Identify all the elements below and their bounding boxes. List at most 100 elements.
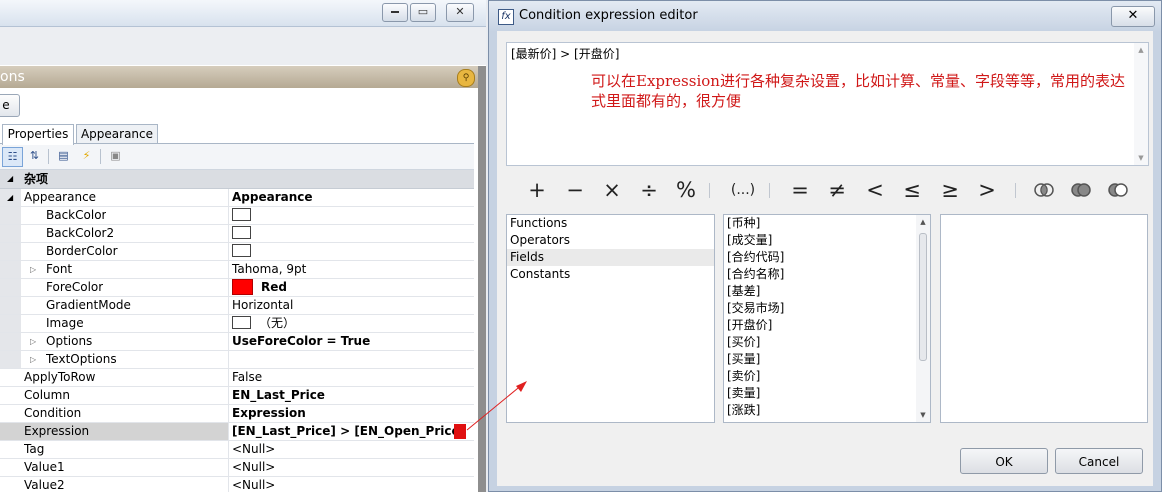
- collapse-icon[interactable]: ◢: [7, 170, 13, 188]
- field-list[interactable]: [币种] [成交量] [合约代码] [合约名称] [基差] [交易市场] [开盘…: [723, 214, 931, 423]
- property-value[interactable]: [EN_Last_Price] > [EN_Open_Price]: [228, 423, 478, 440]
- scroll-up-icon[interactable]: ▲: [1134, 43, 1148, 57]
- property-row-bordercolor[interactable]: BorderColor: [0, 243, 474, 261]
- list-item[interactable]: [合约名称]: [727, 266, 784, 283]
- list-item[interactable]: [合约代码]: [727, 249, 784, 266]
- property-row-gradientmode[interactable]: GradientMode Horizontal: [0, 297, 474, 315]
- property-value[interactable]: <Null>: [228, 477, 478, 492]
- and-icon[interactable]: [1034, 182, 1054, 198]
- list-item[interactable]: [买价]: [727, 334, 760, 351]
- sort-alphabetical-icon[interactable]: ⇅: [25, 147, 44, 165]
- maximize-button[interactable]: ▭: [410, 3, 436, 22]
- property-value[interactable]: Appearance: [228, 189, 478, 206]
- categorized-icon[interactable]: ☷: [2, 147, 23, 167]
- property-value[interactable]: Tahoma, 9pt: [228, 261, 478, 278]
- property-row-backcolor[interactable]: BackColor: [0, 207, 474, 225]
- property-row-applytorow[interactable]: ApplyToRow False: [0, 369, 474, 387]
- op-less-equal-button[interactable]: ≤: [897, 177, 927, 203]
- list-item[interactable]: [开盘价]: [727, 317, 772, 334]
- list-item[interactable]: [买量]: [727, 351, 760, 368]
- property-value[interactable]: <Null>: [228, 441, 478, 458]
- category-row[interactable]: ◢ 杂项: [0, 170, 474, 189]
- events-icon[interactable]: ⚡: [77, 147, 96, 165]
- cancel-button[interactable]: Cancel: [1055, 448, 1143, 474]
- property-value[interactable]: （无）: [228, 315, 478, 332]
- expand-icon[interactable]: ▷: [30, 333, 36, 350]
- op-plus-button[interactable]: +: [522, 177, 552, 203]
- property-row-textoptions[interactable]: ▷ TextOptions: [0, 351, 474, 369]
- op-equal-button[interactable]: =: [785, 177, 815, 203]
- not-icon[interactable]: [1108, 182, 1128, 198]
- property-row-expression[interactable]: Expression [EN_Last_Price] > [EN_Open_Pr…: [0, 423, 478, 441]
- property-row-condition[interactable]: Condition Expression: [0, 405, 474, 423]
- op-minus-button[interactable]: −: [560, 177, 590, 203]
- op-modulo-button[interactable]: %: [671, 177, 701, 203]
- tab-appearance[interactable]: Appearance: [76, 124, 158, 144]
- list-item[interactable]: [交易市场]: [727, 300, 784, 317]
- property-row-column[interactable]: Column EN_Last_Price: [0, 387, 474, 405]
- list-item[interactable]: Constants: [510, 266, 570, 283]
- op-multiply-button[interactable]: ×: [597, 177, 627, 203]
- list-item-selected[interactable]: Fields: [507, 249, 714, 266]
- property-value[interactable]: [228, 243, 478, 260]
- list-item[interactable]: [涨跌]: [727, 402, 760, 419]
- scroll-up-icon[interactable]: ▲: [916, 215, 930, 229]
- list-item[interactable]: [基差]: [727, 283, 760, 300]
- op-divide-button[interactable]: ÷: [634, 177, 664, 203]
- property-row-backcolor2[interactable]: BackColor2: [0, 225, 474, 243]
- property-value[interactable]: Horizontal: [228, 297, 478, 314]
- expand-icon[interactable]: ▷: [30, 261, 36, 278]
- property-value[interactable]: Expression: [228, 405, 478, 422]
- field-list-scrollbar[interactable]: ▲ ▼: [916, 215, 930, 422]
- property-row-forecolor[interactable]: ForeColor Red: [0, 279, 474, 297]
- list-item[interactable]: Operators: [510, 232, 570, 249]
- property-row-value1[interactable]: Value1 <Null>: [0, 459, 474, 477]
- row-gutter: [0, 225, 21, 242]
- or-icon[interactable]: [1071, 182, 1091, 198]
- list-item[interactable]: [币种]: [727, 215, 760, 232]
- tab-properties[interactable]: Properties: [2, 124, 74, 145]
- op-not-equal-button[interactable]: ≠: [822, 177, 852, 203]
- expand-icon[interactable]: ▷: [30, 351, 36, 368]
- op-greater-button[interactable]: >: [972, 177, 1002, 203]
- property-value[interactable]: False: [228, 369, 478, 386]
- property-value[interactable]: <Null>: [228, 459, 478, 476]
- operator-separator: [1015, 183, 1016, 198]
- property-row-options[interactable]: ▷ Options UseForeColor = True: [0, 333, 474, 351]
- minimize-button[interactable]: [382, 3, 408, 22]
- properties-icon[interactable]: ▤: [54, 147, 73, 165]
- scroll-thumb[interactable]: [919, 233, 927, 361]
- splitter[interactable]: [478, 66, 486, 492]
- expression-scrollbar[interactable]: ▲ ▼: [1134, 43, 1148, 165]
- property-value[interactable]: Red: [228, 279, 478, 296]
- property-value[interactable]: EN_Last_Price: [228, 387, 478, 404]
- list-item[interactable]: Functions: [510, 215, 567, 232]
- pin-icon[interactable]: ⚲: [457, 69, 475, 87]
- property-value[interactable]: [228, 207, 478, 224]
- scroll-down-icon[interactable]: ▼: [916, 408, 930, 422]
- list-item[interactable]: [成交量]: [727, 232, 772, 249]
- property-pages-icon[interactable]: ▣: [106, 147, 125, 165]
- property-row-font[interactable]: ▷ Font Tahoma, 9pt: [0, 261, 474, 279]
- op-less-button[interactable]: <: [860, 177, 890, 203]
- collapse-icon[interactable]: ◢: [7, 189, 13, 206]
- close-button[interactable]: ✕: [446, 3, 474, 22]
- expression-text[interactable]: [最新价] > [开盘价]: [511, 45, 619, 62]
- list-item[interactable]: [卖量]: [727, 385, 760, 402]
- property-value[interactable]: [228, 225, 478, 242]
- property-row-image[interactable]: Image （无）: [0, 315, 474, 333]
- close-button[interactable]: ✕: [1111, 6, 1155, 27]
- op-parentheses-button[interactable]: (...): [726, 177, 760, 203]
- scroll-down-icon[interactable]: ▼: [1134, 151, 1148, 165]
- expression-editor[interactable]: [最新价] > [开盘价] 可以在Expression进行各种复杂设置，比如计算…: [506, 42, 1149, 166]
- property-row-value2[interactable]: Value2 <Null>: [0, 477, 474, 492]
- property-row-appearance[interactable]: ◢ Appearance Appearance: [0, 189, 474, 207]
- list-item[interactable]: [卖价]: [727, 368, 760, 385]
- ok-button[interactable]: OK: [960, 448, 1048, 474]
- op-greater-equal-button[interactable]: ≥: [935, 177, 965, 203]
- panel-button[interactable]: e: [0, 94, 20, 117]
- property-value[interactable]: UseForeColor = True: [228, 333, 478, 350]
- property-value[interactable]: [228, 351, 478, 368]
- property-row-tag[interactable]: Tag <Null>: [0, 441, 474, 459]
- category-list[interactable]: Functions Operators Fields Constants: [506, 214, 715, 423]
